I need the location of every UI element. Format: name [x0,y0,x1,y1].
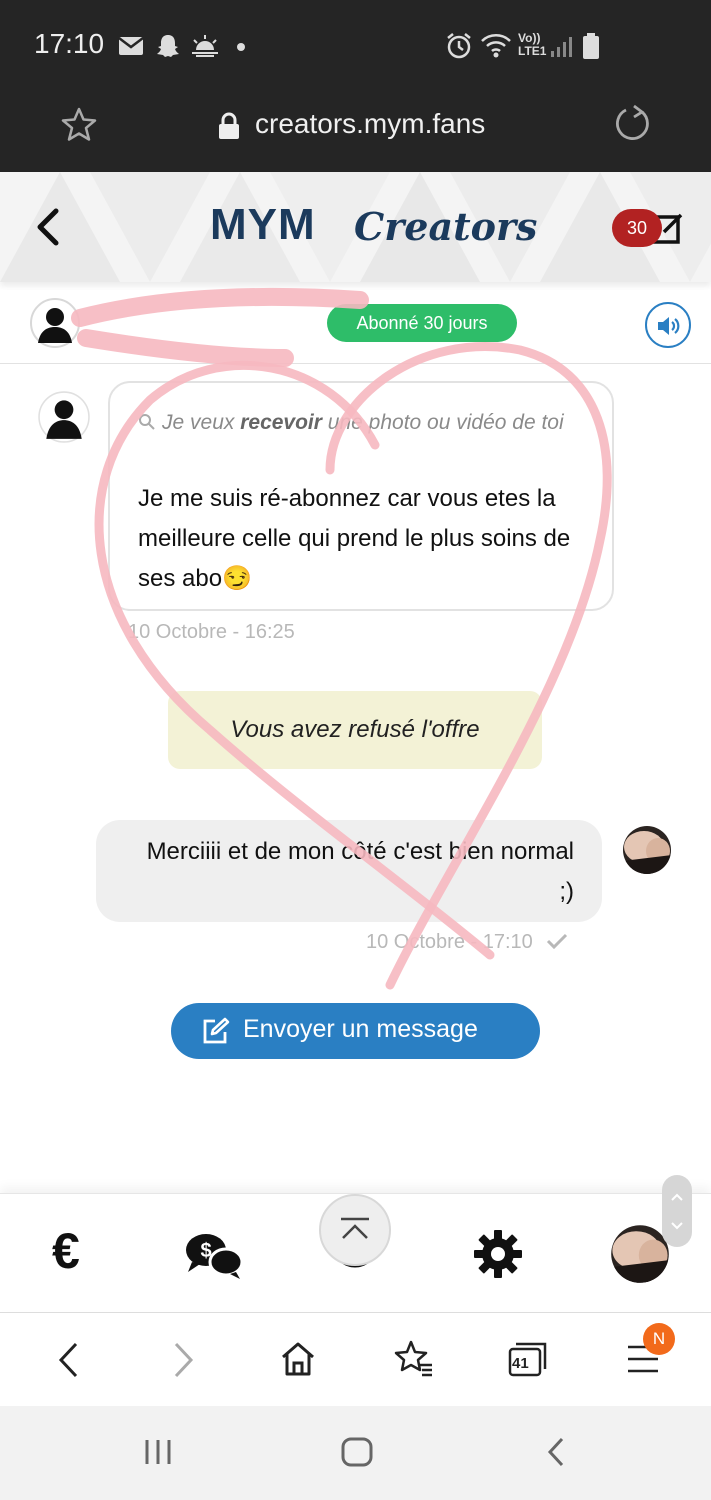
edit-icon [203,1017,230,1044]
lte-label: LTE1 [518,44,547,58]
snapchat-icon [157,35,179,57]
scrollbar-thumb[interactable] [662,1175,692,1247]
contact-avatar[interactable] [30,298,80,348]
speaker-icon [658,317,680,335]
read-check-icon [547,933,568,950]
search-icon [139,414,155,430]
sound-toggle-button[interactable] [645,302,691,348]
status-time: 17:10 [34,28,105,59]
browser-url-bar: creators.mym.fans [0,92,711,172]
browser-forward-icon[interactable] [170,1341,196,1379]
dot-icon [237,43,245,51]
app-header: MYM Creators 30 [0,172,711,282]
outgoing-avatar [623,826,671,874]
back-arrow-icon[interactable] [34,208,64,246]
incoming-avatar [38,391,90,443]
battery-icon [583,33,599,59]
scroll-to-top-button[interactable] [319,1194,391,1266]
brand-logo-mym: MYM [210,200,316,249]
wifi-icon [481,34,511,58]
status-bar: 17:10 Vo)) LTE1 [0,0,711,92]
tabs-count: 41 [512,1355,529,1372]
weather-sunrise-icon [192,35,218,57]
euro-icon[interactable]: € [52,1222,80,1280]
incoming-message-bubble: Je veux recevoir une photo ou vidéo de t… [108,381,614,611]
scroll-up-icon [341,1217,369,1239]
subscription-badge: Abonné 30 jours [327,304,517,342]
contact-bar: Abonné 30 jours [0,290,711,364]
request-quote: Je veux recevoir une photo ou vidéo de t… [138,403,598,443]
send-message-label: Envoyer un message [243,1015,478,1043]
notification-badge[interactable]: 30 [612,209,662,247]
reload-icon[interactable] [612,104,652,144]
browser-home-icon[interactable] [280,1341,316,1377]
settings-icon[interactable] [472,1228,524,1280]
offer-status-banner: Vous avez refusé l'offre [168,691,542,769]
network-label: Vo)) LTE1 [518,32,546,58]
browser-bottom-nav: 41 [0,1312,711,1406]
brand-logo-creators: Creators [354,204,538,249]
scroll-arrows-icon [671,1193,683,1230]
menu-notification-badge: N [643,1323,675,1355]
chat-thread: Je veux recevoir une photo ou vidéo de t… [0,365,711,1195]
svg-text:$: $ [200,1240,211,1262]
lock-icon [219,112,239,139]
incoming-message-text: Je me suis ré-abonnez car vous etes la m… [138,485,571,592]
send-message-button[interactable]: Envoyer un message [171,1003,540,1059]
recent-apps-icon[interactable] [143,1438,173,1466]
bookmark-star-icon[interactable] [60,106,98,144]
outgoing-message-text: Merciiii et de mon côté c'est bien norma… [146,838,574,905]
outgoing-message-bubble: Merciiii et de mon côté c'est bien norma… [96,820,602,922]
mail-icon [118,37,144,55]
signal-icon [551,37,572,57]
url-text[interactable]: creators.mym.fans [255,108,485,140]
bookmarks-icon[interactable] [394,1339,434,1379]
paid-messages-icon[interactable]: $ [184,1232,244,1280]
outgoing-timestamp: 10 Octobre - 17:10 [366,931,568,954]
android-home-icon[interactable] [340,1436,374,1468]
android-nav-bar [0,1406,711,1500]
alarm-icon [447,33,471,59]
profile-avatar[interactable] [610,1224,670,1284]
browser-back-icon[interactable] [56,1341,82,1379]
android-back-icon[interactable] [544,1436,568,1468]
incoming-timestamp: 10 Octobre - 16:25 [128,621,295,643]
